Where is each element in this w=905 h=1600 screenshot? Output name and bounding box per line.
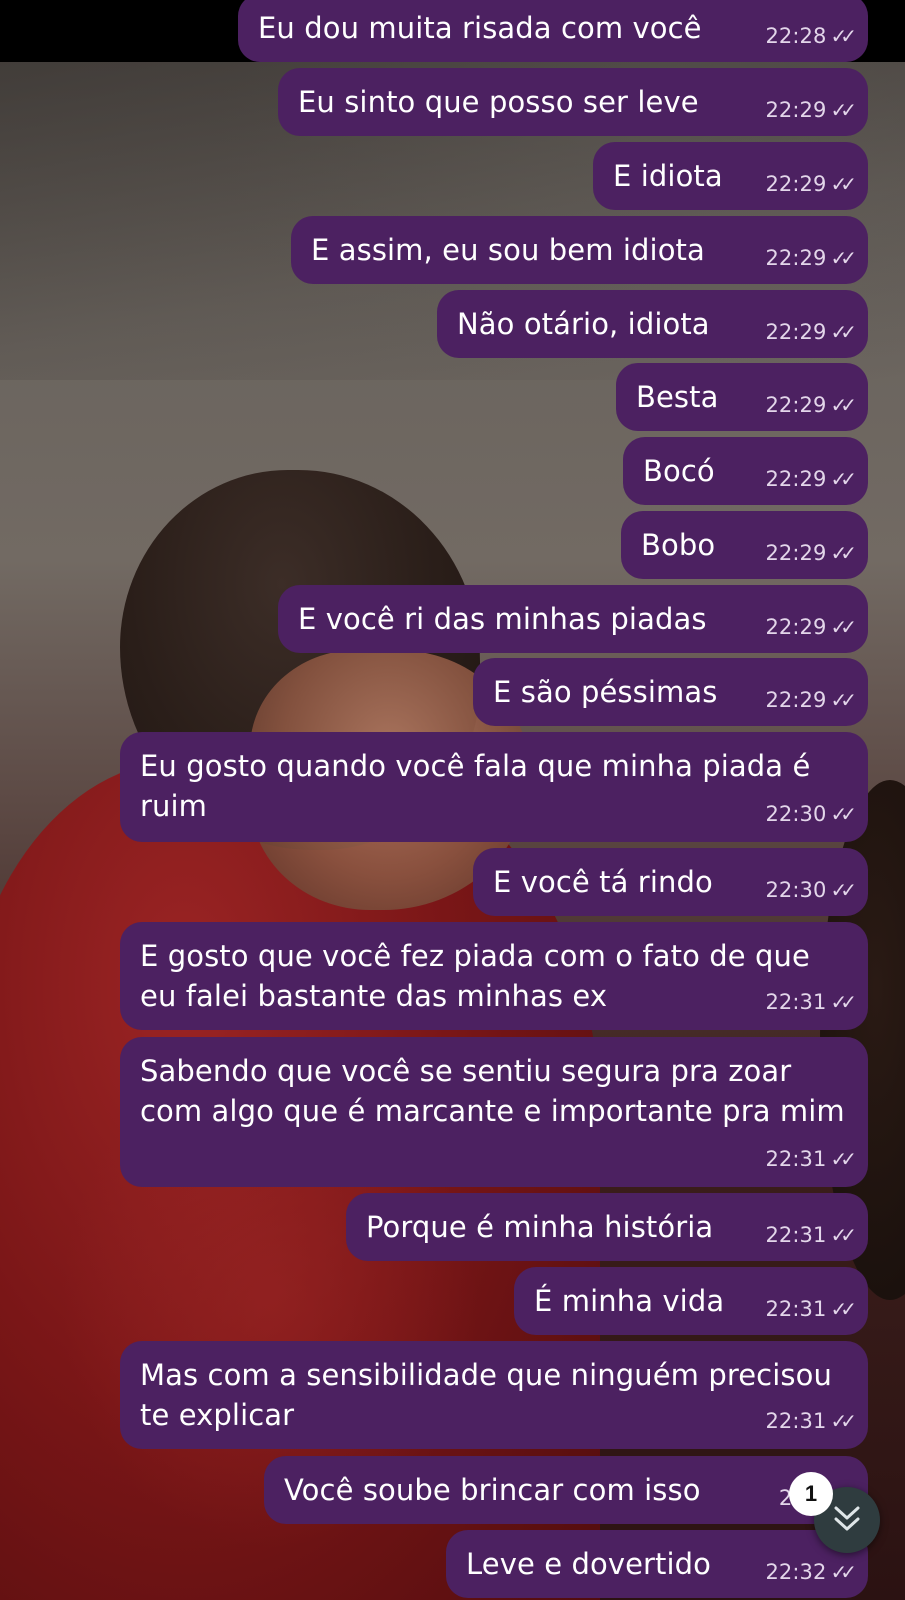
message-text: Bobo: [641, 528, 716, 562]
double-check-icon: ✓✓: [830, 615, 856, 639]
message-meta: 22:31 ✓✓: [765, 1139, 856, 1179]
message-list[interactable]: Eu dou muita risada com você 22:28 ✓✓ Eu …: [0, 0, 905, 1600]
message-bubble[interactable]: Bocó 22:29 ✓✓: [623, 437, 868, 505]
message-meta: 22:29 ✓✓: [765, 533, 856, 573]
message-text: Besta: [636, 380, 719, 414]
message-bubble[interactable]: Eu dou muita risada com você 22:28 ✓✓: [238, 0, 868, 62]
message-meta: 22:29 ✓✓: [765, 607, 856, 647]
double-check-icon: ✓✓: [830, 688, 856, 712]
message-meta: 22:30 ✓✓: [765, 870, 856, 910]
double-check-icon: ✓✓: [830, 1223, 856, 1247]
message-text: Porque é minha história: [366, 1210, 714, 1244]
message-meta: 22:31 ✓✓: [765, 1215, 856, 1255]
message-bubble[interactable]: Leve e dovertido 22:32 ✓✓: [446, 1530, 868, 1598]
message-meta: 22:29 ✓✓: [765, 459, 856, 499]
message-bubble[interactable]: É minha vida 22:31 ✓✓: [514, 1267, 868, 1335]
message-meta: 22:29 ✓✓: [765, 385, 856, 425]
message-time: 22:29: [765, 688, 827, 712]
message-text: Eu dou muita risada com você: [258, 11, 702, 45]
message-bubble[interactable]: E são péssimas 22:29 ✓✓: [473, 658, 868, 726]
message-meta: 22:29 ✓✓: [765, 164, 856, 204]
message-time: 22:29: [765, 467, 827, 491]
message-bubble[interactable]: Você soube brincar com isso 22:3✓✓: [264, 1456, 868, 1524]
message-meta: 22:32 ✓✓: [765, 1552, 856, 1592]
message-bubble[interactable]: Eu gosto quando você fala que minha piad…: [120, 732, 868, 842]
message-time: 22:31: [765, 1147, 827, 1171]
double-check-icon: ✓✓: [830, 1409, 856, 1433]
message-text: Bocó: [643, 454, 715, 488]
message-meta: 22:31 ✓✓: [765, 982, 856, 1022]
message-time: 22:28: [765, 24, 827, 48]
message-time: 22:32: [765, 1560, 827, 1584]
message-bubble[interactable]: Não otário, idiota 22:29 ✓✓: [437, 290, 868, 358]
message-meta: 22:28 ✓✓: [765, 16, 856, 56]
double-check-icon: ✓✓: [830, 802, 856, 826]
message-time: 22:29: [765, 320, 827, 344]
message-time: 22:31: [765, 990, 827, 1014]
message-time: 22:29: [765, 172, 827, 196]
message-bubble[interactable]: E assim, eu sou bem idiota 22:29 ✓✓: [291, 216, 868, 284]
message-text: E são péssimas: [493, 675, 718, 709]
message-time: 22:29: [765, 246, 827, 270]
double-check-icon: ✓✓: [830, 1560, 856, 1584]
message-time: 22:30: [765, 802, 827, 826]
message-time: 22:29: [765, 98, 827, 122]
message-time: 22:29: [765, 541, 827, 565]
message-time: 22:29: [765, 615, 827, 639]
message-bubble[interactable]: E idiota 22:29 ✓✓: [593, 142, 868, 210]
message-text: E idiota: [613, 159, 723, 193]
message-text: Eu sinto que posso ser leve: [298, 85, 699, 119]
message-text: E você ri das minhas piadas: [298, 602, 707, 636]
message-text: E gosto que você fez piada com o fato de…: [140, 939, 820, 1013]
message-text: Leve e dovertido: [466, 1547, 712, 1581]
message-time: 22:31: [765, 1297, 827, 1321]
message-text: E você tá rindo: [493, 865, 713, 899]
double-check-icon: ✓✓: [830, 467, 856, 491]
message-text: Eu gosto quando você fala que minha piad…: [140, 749, 820, 823]
message-bubble[interactable]: Porque é minha história 22:31 ✓✓: [346, 1193, 868, 1261]
message-meta: 22:29 ✓✓: [765, 680, 856, 720]
message-text: Você soube brincar com isso: [284, 1473, 701, 1507]
message-meta: 22:30 ✓✓: [765, 794, 856, 834]
message-time: 22:31: [765, 1409, 827, 1433]
message-bubble[interactable]: Sabendo que você se sentiu segura pra zo…: [120, 1037, 868, 1187]
message-bubble[interactable]: Bobo 22:29 ✓✓: [621, 511, 868, 579]
double-check-icon: ✓✓: [830, 878, 856, 902]
double-check-icon: ✓✓: [830, 1147, 856, 1171]
double-check-icon: ✓✓: [830, 990, 856, 1014]
message-meta: 22:29 ✓✓: [765, 312, 856, 352]
unread-count-badge: 1: [789, 1472, 833, 1516]
message-text: E assim, eu sou bem idiota: [311, 233, 705, 267]
double-check-icon: ✓✓: [830, 1297, 856, 1321]
message-meta: 22:31 ✓✓: [765, 1289, 856, 1329]
message-bubble[interactable]: Eu sinto que posso ser leve 22:29 ✓✓: [278, 68, 868, 136]
message-bubble[interactable]: Besta 22:29 ✓✓: [616, 363, 868, 431]
message-text: Sabendo que você se sentiu segura pra zo…: [140, 1054, 845, 1128]
message-text: É minha vida: [534, 1284, 725, 1318]
double-check-icon: ✓✓: [830, 393, 856, 417]
message-time: 22:30: [765, 878, 827, 902]
message-bubble[interactable]: E você tá rindo 22:30 ✓✓: [473, 848, 868, 916]
message-bubble[interactable]: Mas com a sensibilidade que ninguém prec…: [120, 1341, 868, 1449]
double-check-icon: ✓✓: [830, 246, 856, 270]
message-text: Não otário, idiota: [457, 307, 710, 341]
message-bubble[interactable]: E você ri das minhas piadas 22:29 ✓✓: [278, 585, 868, 653]
message-time: 22:29: [765, 393, 827, 417]
message-bubble[interactable]: E gosto que você fez piada com o fato de…: [120, 922, 868, 1030]
double-check-icon: ✓✓: [830, 172, 856, 196]
message-time: 22:31: [765, 1223, 827, 1247]
message-text: Mas com a sensibilidade que ninguém prec…: [140, 1358, 842, 1432]
double-check-icon: ✓✓: [830, 98, 856, 122]
message-meta: 22:29 ✓✓: [765, 238, 856, 278]
message-meta: 22:29 ✓✓: [765, 90, 856, 130]
double-check-icon: ✓✓: [830, 320, 856, 344]
message-meta: 22:31 ✓✓: [765, 1401, 856, 1441]
double-chevron-down-icon: [834, 1506, 860, 1531]
double-check-icon: ✓✓: [830, 541, 856, 565]
double-check-icon: ✓✓: [830, 24, 856, 48]
